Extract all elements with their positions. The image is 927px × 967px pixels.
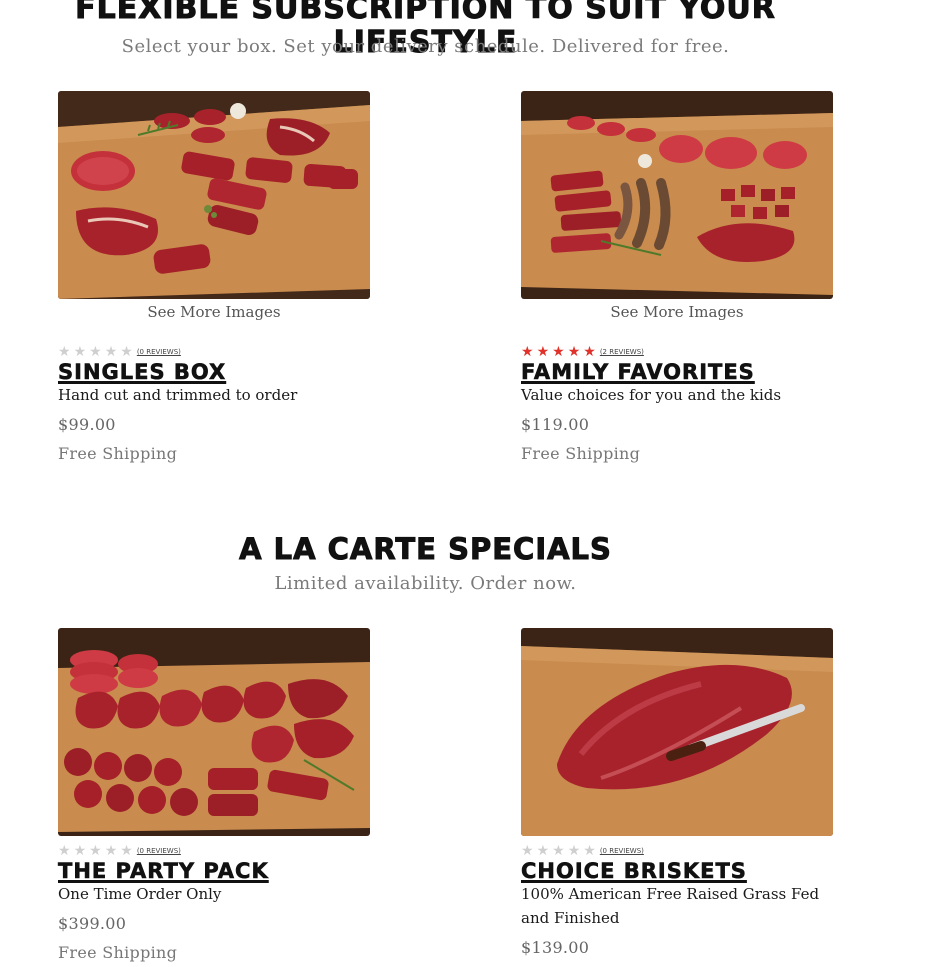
product-name[interactable]: Singles Box xyxy=(58,361,388,384)
star-icon: ★ xyxy=(73,843,87,859)
star-icon: ★ xyxy=(120,843,133,859)
star-icon: ★ xyxy=(104,843,118,859)
star-icon: ★ xyxy=(536,344,550,360)
specials-subheading: Limited availability. Order now. xyxy=(274,573,577,594)
star-icon: ★ xyxy=(89,344,102,360)
subscription-subheading: Select your box. Set your delivery sched… xyxy=(121,36,730,57)
star-icon: ★ xyxy=(521,843,534,859)
product-price: $99.00 xyxy=(58,415,116,434)
product-price: $399.00 xyxy=(58,914,127,933)
product-image-singles-box[interactable] xyxy=(58,91,370,299)
shipping-label: Free Shipping xyxy=(58,943,178,962)
star-icon: ★ xyxy=(552,843,565,859)
product-name[interactable]: The Party Pack xyxy=(58,860,388,883)
reviews-link[interactable]: (0 reviews) xyxy=(600,847,644,855)
star-icon: ★ xyxy=(73,344,87,360)
product-name[interactable]: Choice Briskets xyxy=(521,860,851,883)
star-icon: ★ xyxy=(552,344,565,360)
product-image-party-pack[interactable] xyxy=(58,628,370,836)
product-price: $119.00 xyxy=(521,415,590,434)
rating: ★ ★ ★ ★ ★ (0 reviews) xyxy=(58,344,388,360)
reviews-link[interactable]: (0 reviews) xyxy=(137,348,181,356)
product-card-family-favorites: See More Images ★ ★ ★ ★ ★ (2 reviews) Fa… xyxy=(521,91,851,463)
product-tagline: Hand cut and trimmed to order xyxy=(58,386,298,404)
star-icon: ★ xyxy=(567,344,581,360)
product-card-party-pack: ★ ★ ★ ★ ★ (0 reviews) The Party Pack One… xyxy=(58,628,388,962)
star-icon: ★ xyxy=(58,843,71,859)
star-icon: ★ xyxy=(583,843,596,859)
shipping-label: Free Shipping xyxy=(58,444,178,463)
rating: ★ ★ ★ ★ ★ (0 reviews) xyxy=(58,843,388,859)
product-price: $139.00 xyxy=(521,938,590,957)
rating: ★ ★ ★ ★ ★ (2 reviews) xyxy=(521,344,851,360)
shipping-label: Free Shipping xyxy=(521,444,641,463)
specials-heading: A La Carte Specials xyxy=(239,532,612,567)
product-image-family-favorites[interactable] xyxy=(521,91,833,299)
product-tagline: 100% American Free Raised Grass Fed and … xyxy=(521,885,820,927)
reviews-link[interactable]: (2 reviews) xyxy=(600,348,644,356)
see-more-images-link[interactable]: See More Images xyxy=(521,303,833,321)
star-icon: ★ xyxy=(536,843,550,859)
see-more-images-link[interactable]: See More Images xyxy=(58,303,370,321)
star-icon: ★ xyxy=(89,843,102,859)
reviews-link[interactable]: (0 reviews) xyxy=(137,847,181,855)
star-icon: ★ xyxy=(567,843,581,859)
product-image-choice-briskets[interactable] xyxy=(521,628,833,836)
star-icon: ★ xyxy=(58,344,71,360)
product-tagline: Value choices for you and the kids xyxy=(521,386,782,404)
product-card-choice-briskets: ★ ★ ★ ★ ★ (0 reviews) Choice Briskets 10… xyxy=(521,628,851,957)
product-tagline: One Time Order Only xyxy=(58,885,222,903)
product-name[interactable]: Family Favorites xyxy=(521,361,851,384)
star-icon: ★ xyxy=(521,344,534,360)
product-card-singles-box: See More Images ★ ★ ★ ★ ★ (0 reviews) Si… xyxy=(58,91,388,463)
star-icon: ★ xyxy=(120,344,133,360)
star-icon: ★ xyxy=(583,344,596,360)
star-icon: ★ xyxy=(104,344,118,360)
rating: ★ ★ ★ ★ ★ (0 reviews) xyxy=(521,843,851,859)
